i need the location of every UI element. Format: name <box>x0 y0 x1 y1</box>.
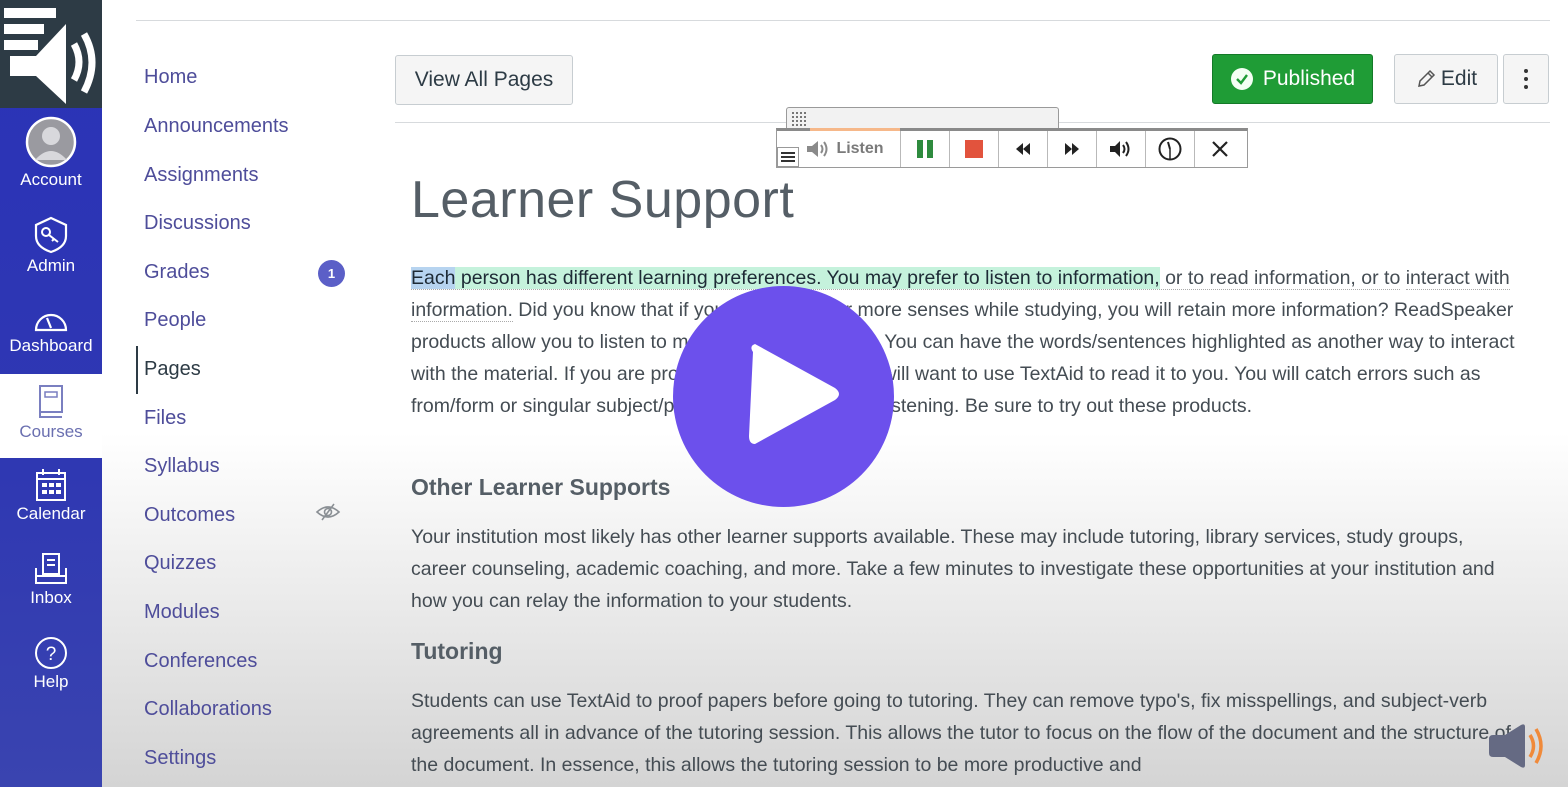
edit-label: Edit <box>1440 67 1478 90</box>
global-nav-courses[interactable]: Courses <box>0 374 102 458</box>
readspeaker-stop-button[interactable] <box>950 131 999 167</box>
edit-button[interactable]: Edit <box>1394 54 1498 104</box>
pencil-icon <box>1417 69 1435 87</box>
readspeaker-speed-button[interactable] <box>1146 131 1195 167</box>
readspeaker-rewind-button[interactable] <box>999 131 1048 167</box>
kebab-menu-icon <box>1524 69 1528 89</box>
fast-forward-icon <box>1065 143 1079 155</box>
readspeaker-logo <box>0 0 102 108</box>
play-icon <box>749 344 839 444</box>
readspeaker-floating-speaker-icon[interactable] <box>1487 723 1549 769</box>
readspeaker-volume-button[interactable] <box>1097 131 1146 167</box>
view-all-pages-button[interactable]: View All Pages <box>395 55 573 105</box>
global-nav-calendar-label: Calendar <box>16 504 86 523</box>
global-nav-help-label: Help <box>33 672 69 691</box>
hamburger-icon <box>781 152 795 162</box>
course-nav-discussions[interactable]: Discussions <box>144 212 251 235</box>
course-nav-home[interactable]: Home <box>144 66 197 89</box>
course-nav-files[interactable]: Files <box>144 407 186 430</box>
rewind-icon <box>1016 143 1030 155</box>
global-nav-dashboard-label: Dashboard <box>9 336 93 355</box>
global-nav-courses-label: Courses <box>19 422 83 441</box>
course-nav-settings[interactable]: Settings <box>144 747 216 770</box>
course-nav-grades[interactable]: Grades <box>144 261 210 284</box>
global-nav-calendar[interactable]: Calendar <box>0 468 102 524</box>
global-nav-inbox-label: Inbox <box>30 588 72 607</box>
readspeaker-logo-icon <box>4 8 96 104</box>
other-supports-paragraph: Your institution most likely has other l… <box>411 526 1495 612</box>
readspeaker-close-button[interactable] <box>1195 131 1244 167</box>
book-icon <box>39 385 63 418</box>
shield-key-icon <box>34 216 68 254</box>
global-nav-inbox[interactable]: Inbox <box>0 552 102 608</box>
speed-gauge-icon <box>1158 137 1182 161</box>
course-nav-pages[interactable]: Pages <box>144 358 201 381</box>
check-circle-icon <box>1230 68 1253 90</box>
course-nav-syllabus[interactable]: Syllabus <box>144 455 220 478</box>
global-nav-dashboard[interactable]: Dashboard <box>0 306 102 356</box>
stop-icon <box>965 140 983 158</box>
tutoring-heading: Tutoring <box>411 638 503 664</box>
other-supports-heading: Other Learner Supports <box>411 474 671 500</box>
speedometer-icon <box>34 313 68 332</box>
close-icon <box>1211 141 1228 157</box>
course-nav-conferences[interactable]: Conferences <box>144 650 257 673</box>
course-nav-assignments[interactable]: Assignments <box>144 164 259 187</box>
readspeaker-forward-button[interactable] <box>1048 131 1097 167</box>
grades-count-badge: 1 <box>318 260 345 287</box>
svg-text:?: ? <box>46 644 57 665</box>
volume-icon <box>1110 141 1130 157</box>
course-nav-collaborations[interactable]: Collaborations <box>144 698 272 721</box>
more-options-button[interactable] <box>1503 54 1549 104</box>
readspeaker-menu-button[interactable] <box>777 147 799 167</box>
inbox-icon <box>35 553 67 584</box>
user-avatar-icon <box>25 116 77 168</box>
intro-line1-rest: or to read information, or to <box>1159 267 1401 289</box>
calendar-icon <box>36 469 66 501</box>
global-nav-account[interactable]: Account <box>0 116 102 190</box>
course-nav-announcements[interactable]: Announcements <box>144 115 289 138</box>
readspeaker-pause-button[interactable] <box>901 131 950 167</box>
course-nav-outcomes[interactable]: Outcomes <box>144 504 235 527</box>
readspeaker-listen-button[interactable]: Listen <box>777 131 901 167</box>
global-nav: Account Admin Dashboard Courses Calendar… <box>0 0 102 787</box>
readspeaker-listen-label: Listen <box>836 140 884 157</box>
top-divider <box>136 20 1550 21</box>
readspeaker-progress <box>810 128 900 131</box>
global-nav-account-label: Account <box>20 170 82 189</box>
course-nav-quizzes[interactable]: Quizzes <box>144 552 216 575</box>
course-nav-modules[interactable]: Modules <box>144 601 220 624</box>
global-nav-admin[interactable]: Admin <box>0 216 102 276</box>
readspeaker-toolbar: Listen <box>776 128 1248 168</box>
eye-slash-icon <box>315 503 341 521</box>
video-play-button[interactable] <box>673 286 894 507</box>
grip-dots-icon <box>792 112 806 126</box>
intro-rest: Did you know that if you employ two or m… <box>411 299 1515 417</box>
course-nav-people[interactable]: People <box>144 309 206 332</box>
active-indicator <box>136 346 138 394</box>
pause-icon <box>917 140 933 158</box>
tutoring-paragraph: Students can use TextAid to proof papers… <box>411 690 1511 776</box>
published-button[interactable]: Published <box>1212 54 1373 104</box>
published-label: Published <box>1262 67 1356 90</box>
highlighted-word: Each <box>411 267 456 289</box>
speaker-icon <box>807 141 828 157</box>
help-circle-icon: ? <box>35 637 67 669</box>
intro-paragraph: Each person has different learning prefe… <box>411 262 1521 422</box>
global-nav-admin-label: Admin <box>26 256 76 275</box>
global-nav-help[interactable]: ? Help <box>0 636 102 692</box>
page-title: Learner Support <box>411 171 795 229</box>
